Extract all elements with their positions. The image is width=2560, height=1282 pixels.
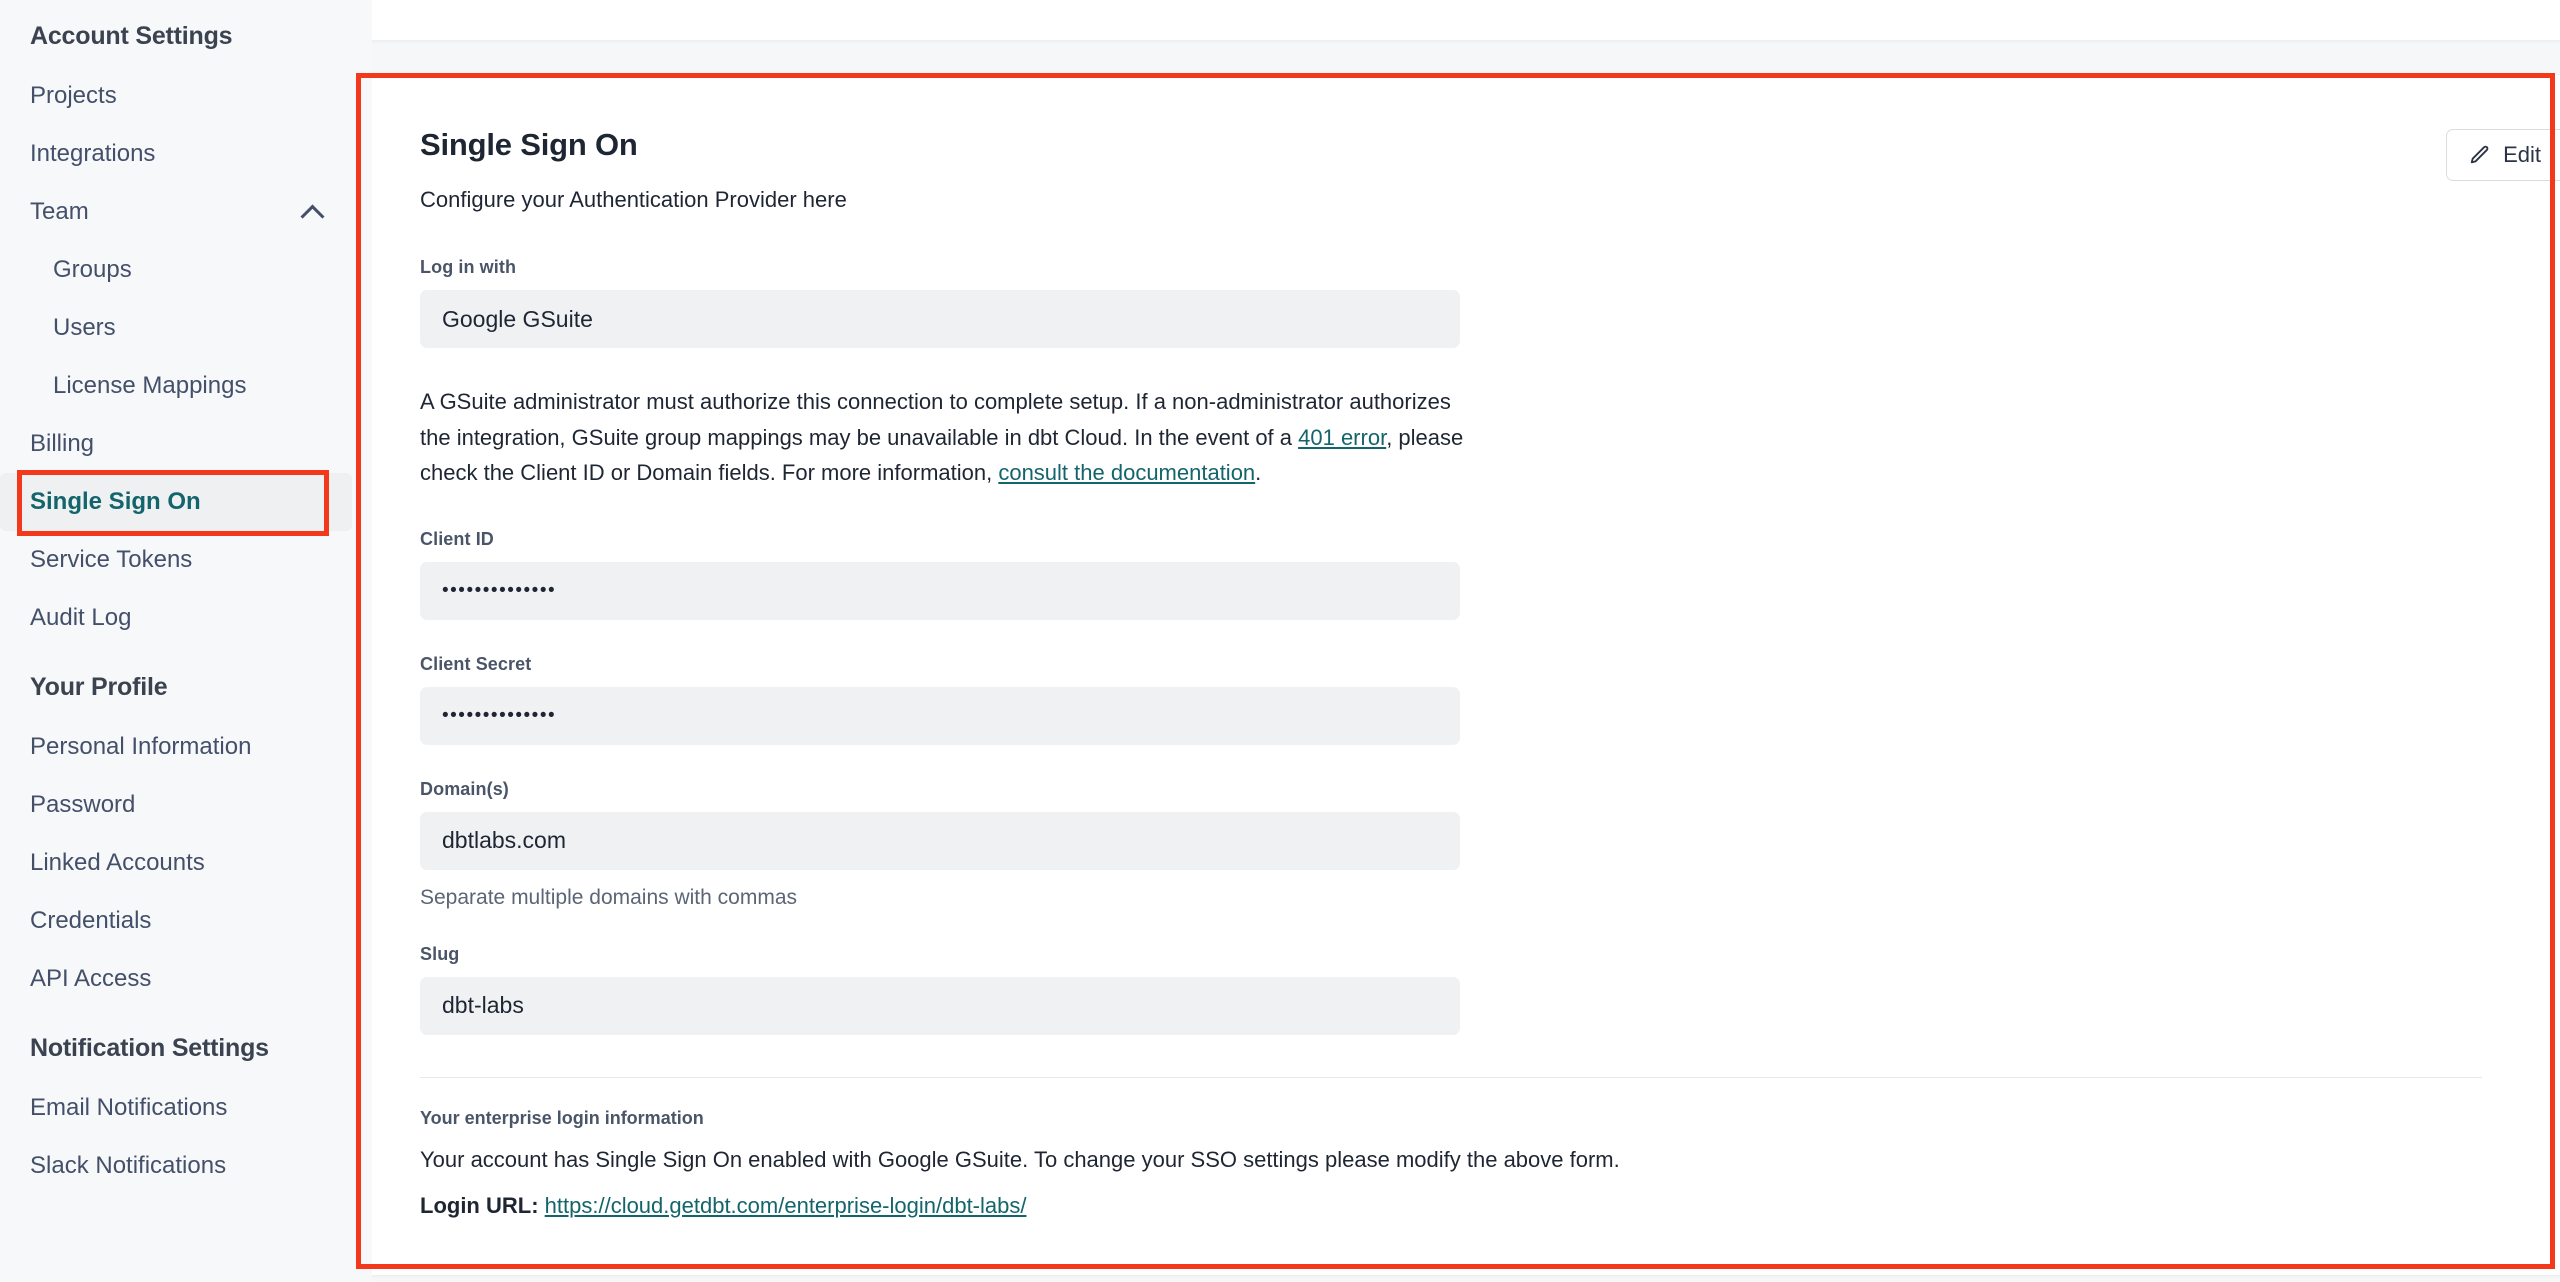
- gsuite-admin-notice: A GSuite administrator must authorize th…: [420, 384, 1465, 491]
- sidebar-item-label: Email Notifications: [30, 1094, 228, 1121]
- field-label-slug: Slug: [420, 943, 460, 964]
- client-secret-input[interactable]: ••••••••••••••: [420, 686, 1460, 745]
- notice-part-3: .: [1255, 460, 1262, 486]
- page-title: Single Sign On: [420, 127, 638, 162]
- previous-settings-card-partial: [372, 0, 2560, 40]
- section-divider: [420, 1076, 2482, 1078]
- slug-value: dbt-labs: [442, 992, 524, 1019]
- sidebar-item-label: Team: [30, 198, 89, 225]
- sidebar-item-service-tokens[interactable]: Service Tokens: [0, 531, 352, 589]
- sidebar-item-label: Projects: [30, 82, 117, 109]
- field-slug: Slug dbt-labs: [420, 944, 2560, 1035]
- sso-form: Log in with Google GSuite A GSuite admin…: [420, 257, 2560, 1219]
- sidebar-item-label: Service Tokens: [30, 546, 193, 573]
- sidebar-item-audit-log[interactable]: Audit Log: [0, 589, 352, 647]
- 401-error-link[interactable]: 401 error: [1298, 425, 1386, 450]
- sidebar-item-credentials[interactable]: Credentials: [0, 892, 352, 950]
- client-id-input[interactable]: ••••••••••••••: [420, 561, 1460, 620]
- edit-button-label: Edit: [2503, 142, 2541, 167]
- sidebar-item-label: Slack Notifications: [30, 1152, 227, 1179]
- slug-input[interactable]: dbt-labs: [420, 976, 1460, 1035]
- sidebar-item-label: Groups: [53, 256, 132, 283]
- field-login-with: Log in with Google GSuite: [420, 257, 2560, 348]
- sidebar-item-groups[interactable]: Groups: [0, 241, 352, 299]
- sidebar-item-integrations[interactable]: Integrations: [0, 125, 352, 183]
- sidebar-item-label: API Access: [30, 965, 152, 992]
- enterprise-login-label: Your enterprise login information: [420, 1107, 704, 1128]
- sidebar-item-team[interactable]: Team: [0, 183, 352, 241]
- domains-value: dbtlabs.com: [442, 827, 567, 854]
- sidebar-item-license-mappings[interactable]: License Mappings: [0, 357, 352, 415]
- sidebar-item-label: Linked Accounts: [30, 849, 205, 876]
- sidebar-section-title-account-settings: Account Settings: [30, 22, 233, 50]
- client-secret-value: ••••••••••••••: [442, 704, 557, 726]
- field-client-id: Client ID ••••••••••••••: [420, 529, 2560, 620]
- login-url-label: Login URL:: [420, 1192, 539, 1218]
- main-content-area: Single Sign On Configure your Authentica…: [372, 0, 2560, 1282]
- sidebar-item-linked-accounts[interactable]: Linked Accounts: [0, 834, 352, 892]
- sidebar-item-label: Single Sign On: [30, 488, 201, 515]
- sidebar-item-slack-notifications[interactable]: Slack Notifications: [0, 1137, 352, 1195]
- chevron-up-icon[interactable]: [302, 201, 324, 223]
- sidebar-item-label: Integrations: [30, 140, 156, 167]
- sidebar-item-label: Users: [53, 314, 116, 341]
- field-label-login-with: Log in with: [420, 257, 517, 277]
- sidebar-item-api-access[interactable]: API Access: [0, 950, 352, 1008]
- login-url-link[interactable]: https://cloud.getdbt.com/enterprise-logi…: [545, 1193, 1027, 1218]
- sidebar-item-single-sign-on[interactable]: Single Sign On: [0, 473, 352, 531]
- enterprise-login-info: Your enterprise login information Your a…: [420, 1108, 2560, 1219]
- login-with-input[interactable]: Google GSuite: [420, 290, 1460, 348]
- single-sign-on-card: Single Sign On Configure your Authentica…: [372, 75, 2560, 1275]
- sidebar-item-label: Password: [30, 791, 136, 818]
- login-url-row: Login URL: https://cloud.getdbt.com/ente…: [420, 1193, 2560, 1219]
- sidebar-item-label: License Mappings: [53, 372, 247, 399]
- page-subtitle: Configure your Authentication Provider h…: [420, 187, 847, 212]
- field-label-domains: Domain(s): [420, 778, 509, 799]
- field-label-client-secret: Client Secret: [420, 653, 532, 674]
- notice-part-1: A GSuite administrator must authorize th…: [420, 389, 1451, 450]
- login-with-value: Google GSuite: [442, 305, 593, 332]
- card-header-text: Single Sign On Configure your Authentica…: [420, 127, 847, 213]
- sidebar-item-password[interactable]: Password: [0, 776, 352, 834]
- consult-documentation-link[interactable]: consult the documentation: [998, 460, 1255, 485]
- domains-helper-text: Separate multiple domains with commas: [420, 885, 797, 909]
- sidebar-divider-spacer-2: [0, 1008, 372, 1034]
- sidebar-item-label: Credentials: [30, 907, 152, 934]
- pencil-icon: [2469, 144, 2491, 166]
- sidebar-item-billing[interactable]: Billing: [0, 415, 352, 473]
- sidebar-divider-spacer-1: [0, 647, 372, 673]
- field-label-client-id: Client ID: [420, 528, 494, 549]
- domains-input[interactable]: dbtlabs.com: [420, 811, 1460, 870]
- sidebar-item-projects[interactable]: Projects: [0, 67, 352, 125]
- sidebar-item-email-notifications[interactable]: Email Notifications: [0, 1079, 352, 1137]
- client-id-value: ••••••••••••••: [442, 579, 557, 601]
- enterprise-login-description: Your account has Single Sign On enabled …: [420, 1146, 1620, 1172]
- account-settings-sidebar: Account Settings Projects Integrations T…: [0, 0, 372, 1282]
- edit-button[interactable]: Edit: [2446, 129, 2560, 181]
- field-client-secret: Client Secret ••••••••••••••: [420, 654, 2560, 745]
- sidebar-item-label: Billing: [30, 430, 95, 457]
- sidebar-item-label: Audit Log: [30, 604, 132, 631]
- sidebar-item-users[interactable]: Users: [0, 299, 352, 357]
- card-header: Single Sign On Configure your Authentica…: [420, 127, 2560, 213]
- sidebar-section-title-notification-settings: Notification Settings: [30, 1034, 269, 1062]
- app-root: Account Settings Projects Integrations T…: [0, 0, 2560, 1282]
- field-domains: Domain(s) dbtlabs.com Separate multiple …: [420, 779, 2560, 910]
- sidebar-section-title-your-profile: Your Profile: [30, 673, 168, 701]
- sidebar-item-label: Personal Information: [30, 733, 252, 760]
- sidebar-item-personal-information[interactable]: Personal Information: [0, 718, 352, 776]
